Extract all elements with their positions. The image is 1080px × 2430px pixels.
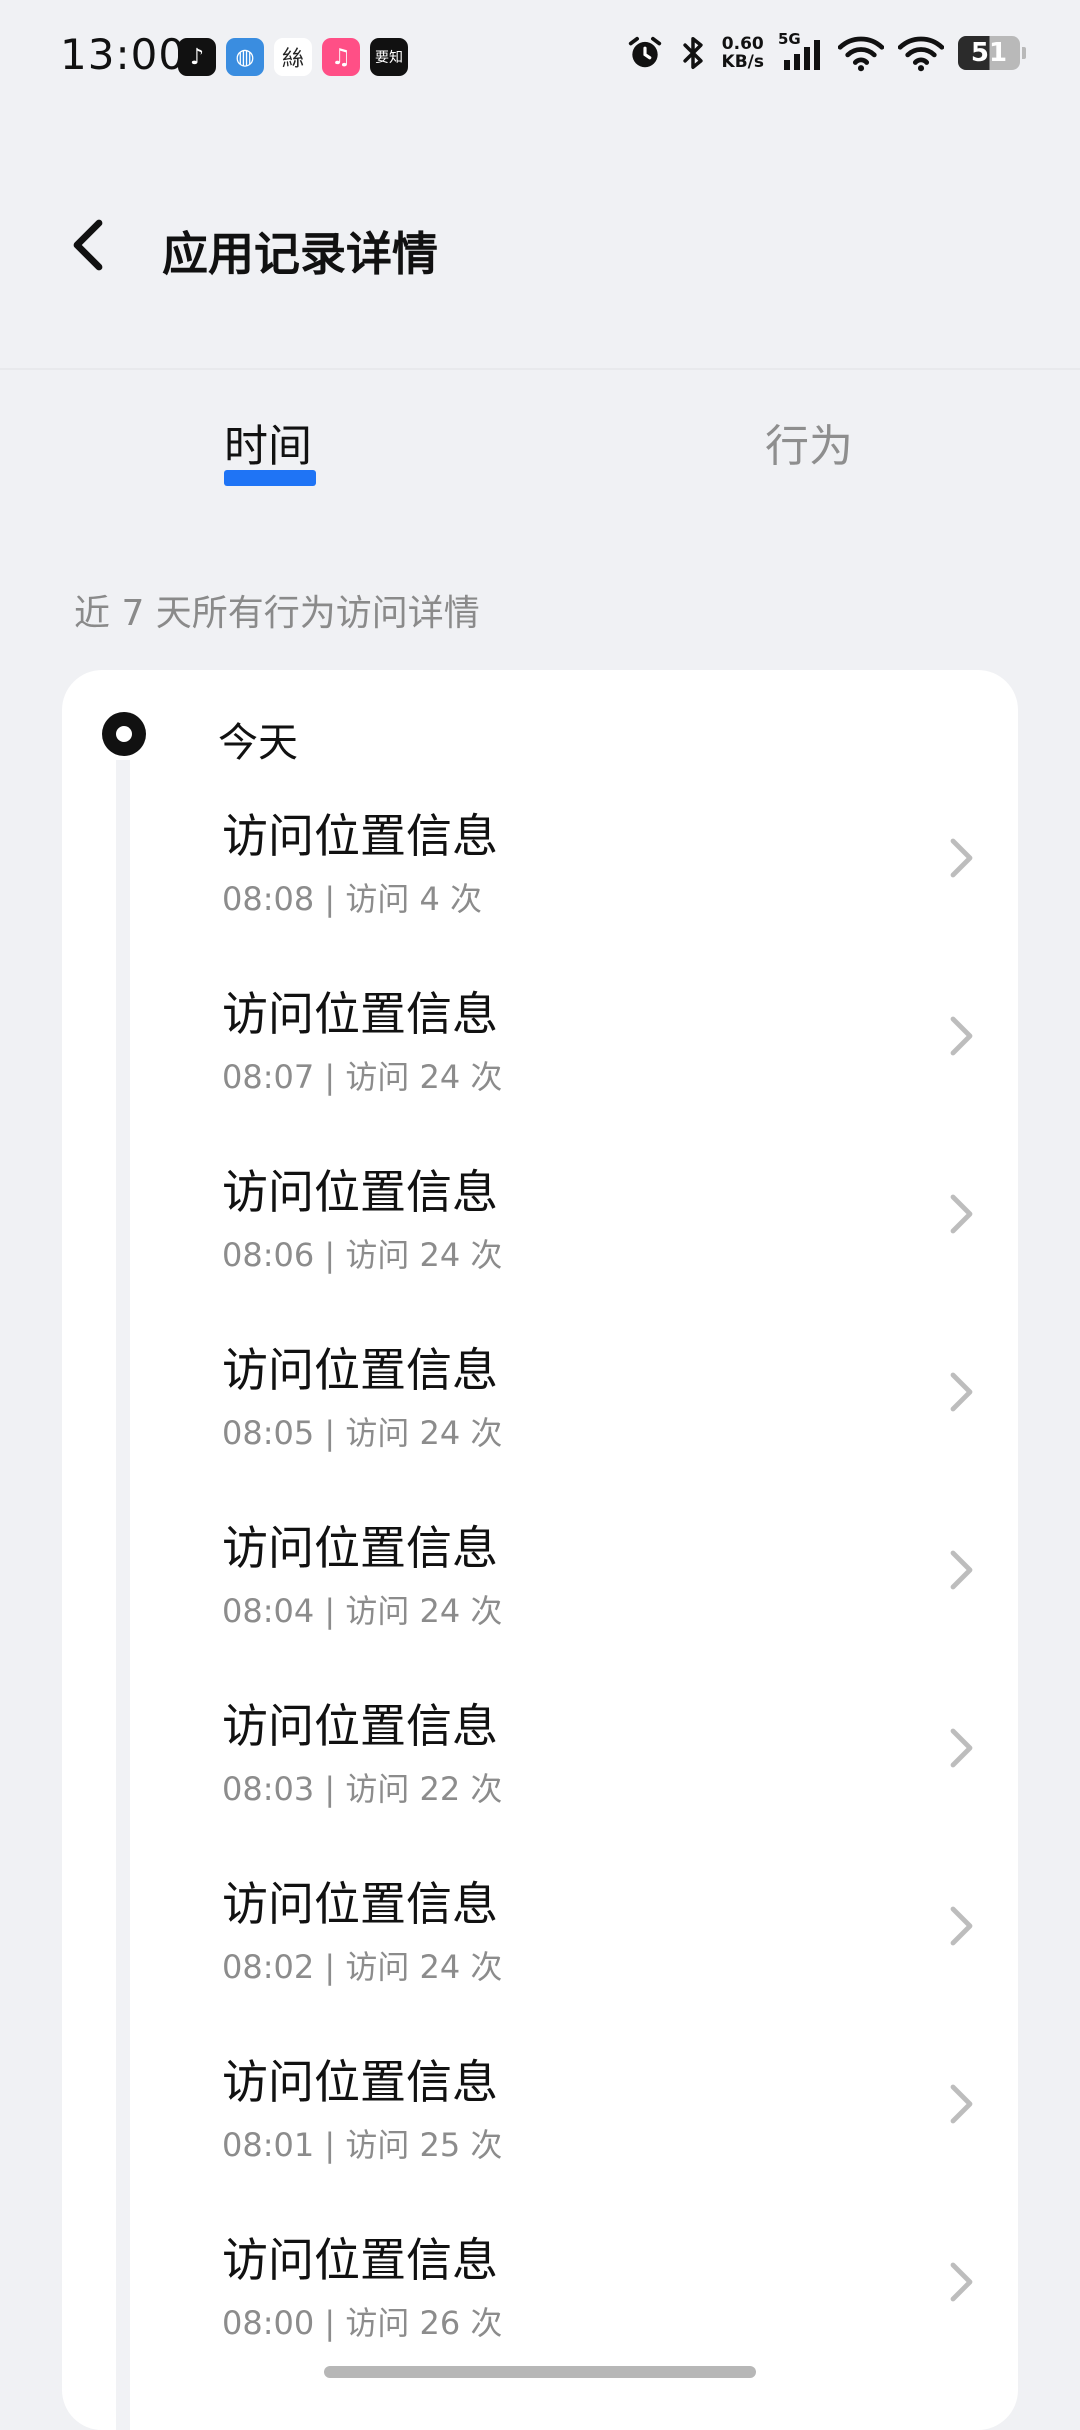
home-indicator[interactable] — [324, 2366, 756, 2378]
tab-time[interactable]: 时间 — [224, 410, 312, 474]
item-detail: 08:06 | 访问 24 次 — [222, 1236, 503, 1274]
page-title: 应用记录详情 — [162, 227, 438, 281]
tiktok-icon: ♪ — [178, 38, 216, 76]
battery-indicator: 51 — [958, 36, 1026, 70]
chevron-right-icon — [942, 2252, 982, 2312]
chevron-right-icon — [942, 1362, 982, 1422]
item-detail: 08:05 | 访问 24 次 — [222, 1414, 503, 1452]
chevron-left-icon — [73, 219, 103, 271]
system-icons: 0.60 KB/s 5G 51 — [626, 30, 1026, 72]
news-app-icon: 要知 — [370, 38, 408, 76]
item-detail: 08:07 | 访问 24 次 — [222, 1058, 503, 1096]
chevron-right-icon — [942, 1718, 982, 1778]
notification-icons: ♪ ◍ 絲 ♫ 要知 — [178, 38, 408, 76]
tab-active-indicator — [224, 470, 316, 486]
calligraphy-app-icon: 絲 — [274, 38, 312, 76]
tab-bar: 时间 行为 — [0, 400, 1080, 500]
list-item[interactable]: 访问位置信息 08:01 | 访问 25 次 — [62, 2046, 1018, 2224]
item-title: 访问位置信息 — [222, 1521, 498, 1575]
app-header: 应用记录详情 — [0, 180, 1080, 310]
item-detail: 08:01 | 访问 25 次 — [222, 2126, 503, 2164]
item-detail: 08:08 | 访问 4 次 — [222, 880, 483, 918]
net-speed: 0.60 KB/s — [721, 34, 764, 72]
timeline-dot-icon — [102, 712, 146, 756]
chevron-right-icon — [942, 2074, 982, 2134]
chevron-right-icon — [942, 828, 982, 888]
timeline-card: 今天 访问位置信息 08:08 | 访问 4 次 访问位置信息 08:07 | … — [62, 670, 1018, 2430]
tab-behavior[interactable]: 行为 — [765, 410, 853, 474]
back-button[interactable] — [54, 210, 124, 280]
item-detail: 08:00 | 访问 26 次 — [222, 2304, 503, 2342]
header-divider — [0, 368, 1080, 370]
status-time: 13:00 — [60, 30, 187, 79]
chevron-right-icon — [942, 1540, 982, 1600]
section-subtitle: 近 7 天所有行为访问详情 — [74, 593, 480, 634]
item-detail: 08:04 | 访问 24 次 — [222, 1592, 503, 1630]
list-item[interactable]: 访问位置信息 08:03 | 访问 22 次 — [62, 1690, 1018, 1868]
list-item[interactable]: 访问位置信息 08:05 | 访问 24 次 — [62, 1334, 1018, 1512]
item-detail: 08:03 | 访问 22 次 — [222, 1770, 503, 1808]
day-label: 今天 — [218, 720, 298, 766]
item-title: 访问位置信息 — [222, 2233, 498, 2287]
list-item[interactable]: 访问位置信息 08:07 | 访问 24 次 — [62, 978, 1018, 1156]
item-title: 访问位置信息 — [222, 1165, 498, 1219]
list-item[interactable]: 访问位置信息 08:04 | 访问 24 次 — [62, 1512, 1018, 1690]
item-title: 访问位置信息 — [222, 1343, 498, 1397]
chevron-right-icon — [942, 1184, 982, 1244]
chevron-right-icon — [942, 1896, 982, 1956]
music-app-icon: ♫ — [322, 38, 360, 76]
item-title: 访问位置信息 — [222, 987, 498, 1041]
wifi-icon — [838, 34, 884, 72]
bluetooth-icon — [678, 34, 708, 72]
item-title: 访问位置信息 — [222, 1699, 498, 1753]
item-title: 访问位置信息 — [222, 809, 498, 863]
alarm-icon — [626, 34, 664, 72]
browser-icon: ◍ — [226, 38, 264, 76]
list-item[interactable]: 访问位置信息 08:08 | 访问 4 次 — [62, 800, 1018, 978]
list-item[interactable]: 访问位置信息 08:06 | 访问 24 次 — [62, 1156, 1018, 1334]
wifi-icon-secondary — [898, 34, 944, 72]
status-bar: 13:00 ♪ ◍ 絲 ♫ 要知 0.60 KB/s 5G 51 — [0, 0, 1080, 116]
record-list: 访问位置信息 08:08 | 访问 4 次 访问位置信息 08:07 | 访问 … — [62, 800, 1018, 2402]
item-detail: 08:02 | 访问 24 次 — [222, 1948, 503, 1986]
item-title: 访问位置信息 — [222, 2055, 498, 2109]
cellular-signal-icon: 5G — [778, 30, 824, 72]
chevron-right-icon — [942, 1006, 982, 1066]
list-item[interactable]: 访问位置信息 08:02 | 访问 24 次 — [62, 1868, 1018, 2046]
item-title: 访问位置信息 — [222, 1877, 498, 1931]
